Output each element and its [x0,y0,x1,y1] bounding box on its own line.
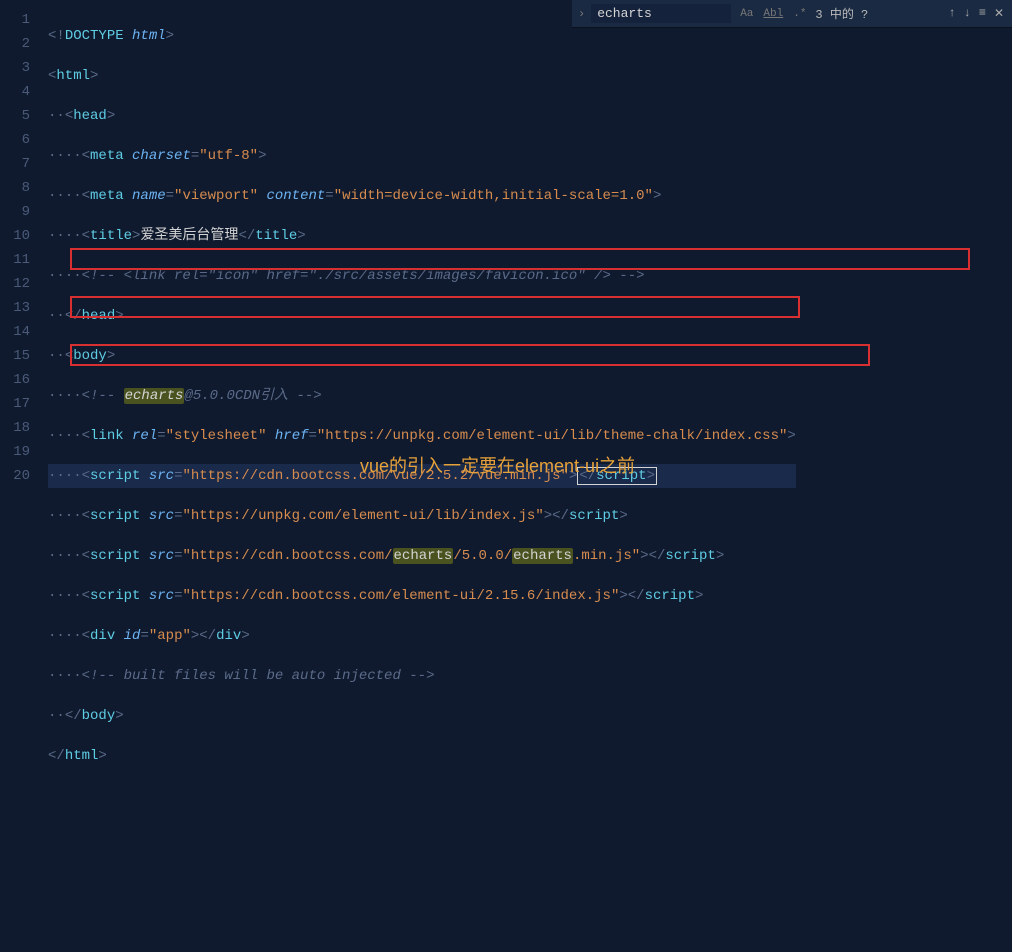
line-number: 13 [8,296,30,320]
code-line: ··</body> [48,704,796,728]
line-number: 6 [8,128,30,152]
code-line: </html> [48,744,796,768]
line-number: 3 [8,56,30,80]
line-number: 5 [8,104,30,128]
code-line: ··<body> [48,344,796,368]
code-line: ····<script src="https://cdn.bootcss.com… [48,544,796,568]
find-status: 3 中的 ? [815,5,868,22]
line-number: 8 [8,176,30,200]
line-number: 19 [8,440,30,464]
line-number: 16 [8,368,30,392]
line-number: 10 [8,224,30,248]
line-number: 2 [8,32,30,56]
editor: 1 2 3 4 5 6 7 8 9 10 11 12 13 14 15 16 1… [0,0,1012,590]
code-line: ··<head> [48,104,796,128]
code-line: ····<script src="https://unpkg.com/eleme… [48,504,796,528]
code-area[interactable]: <!DOCTYPE html> <html> ··<head> ····<met… [40,0,796,590]
line-number: 4 [8,80,30,104]
find-next-icon[interactable]: ↓ [962,6,973,21]
line-number: 11 [8,248,30,272]
code-line: ····<meta name="viewport" content="width… [48,184,796,208]
line-number: 7 [8,152,30,176]
code-line: ····<meta charset="utf-8"> [48,144,796,168]
line-number: 17 [8,392,30,416]
line-number: 12 [8,272,30,296]
line-number: 1 [8,8,30,32]
find-prev-icon[interactable]: ↑ [946,6,957,21]
line-gutter: 1 2 3 4 5 6 7 8 9 10 11 12 13 14 15 16 1… [0,0,40,590]
find-selection-icon[interactable]: ≡ [977,6,988,21]
code-line: ····<!-- echarts@5.0.0CDN引入 --> [48,384,796,408]
code-line: ····<script src="https://cdn.bootcss.com… [48,584,796,608]
line-number: 18 [8,416,30,440]
find-close-icon[interactable]: ✕ [992,6,1006,21]
code-line: <html> [48,64,796,88]
line-number: 9 [8,200,30,224]
code-line [48,784,796,808]
code-line: ····<!-- built files will be auto inject… [48,664,796,688]
code-line: ····<title>爱圣美后台管理</title> [48,224,796,248]
line-number: 14 [8,320,30,344]
code-line: <!DOCTYPE html> [48,24,796,48]
code-line: ··</head> [48,304,796,328]
code-line: ····<!-- <link rel="icon" href="./src/as… [48,264,796,288]
annotation-text: vue的引入一定要在element-ui之前 [360,452,635,478]
line-number: 20 [8,464,30,488]
code-line: ····<link rel="stylesheet" href="https:/… [48,424,796,448]
line-number: 15 [8,344,30,368]
find-nav: ↑ ↓ ≡ ✕ [946,6,1006,21]
code-line: ····<div id="app"></div> [48,624,796,648]
